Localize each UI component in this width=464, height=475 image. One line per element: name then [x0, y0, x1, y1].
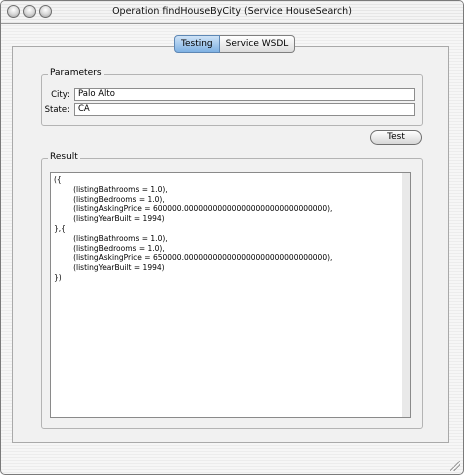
- test-button[interactable]: Test: [370, 130, 422, 145]
- tab-bar: Testing Service WSDL: [174, 35, 296, 53]
- parameters-group-label: Parameters: [48, 68, 104, 78]
- city-label: City:: [51, 90, 70, 100]
- tab-testing[interactable]: Testing: [174, 35, 220, 53]
- city-field[interactable]: Palo Alto: [74, 88, 415, 101]
- result-text: ({ (listingBathrooms = 1.0), (listingBed…: [54, 175, 333, 282]
- state-field[interactable]: CA: [74, 103, 415, 116]
- state-label: State:: [44, 105, 70, 115]
- app-window: Operation findHouseByCity (Service House…: [0, 0, 464, 475]
- result-scrollbar[interactable]: [402, 172, 411, 418]
- window-title: Operation findHouseByCity (Service House…: [112, 6, 352, 17]
- result-group-label: Result: [48, 152, 80, 162]
- title-bar[interactable]: Operation findHouseByCity (Service House…: [1, 1, 463, 24]
- resize-grip[interactable]: [450, 461, 460, 471]
- result-text-view[interactable]: ({ (listingBathrooms = 1.0), (listingBed…: [50, 172, 404, 418]
- tab-service-wsdl[interactable]: Service WSDL: [219, 35, 296, 53]
